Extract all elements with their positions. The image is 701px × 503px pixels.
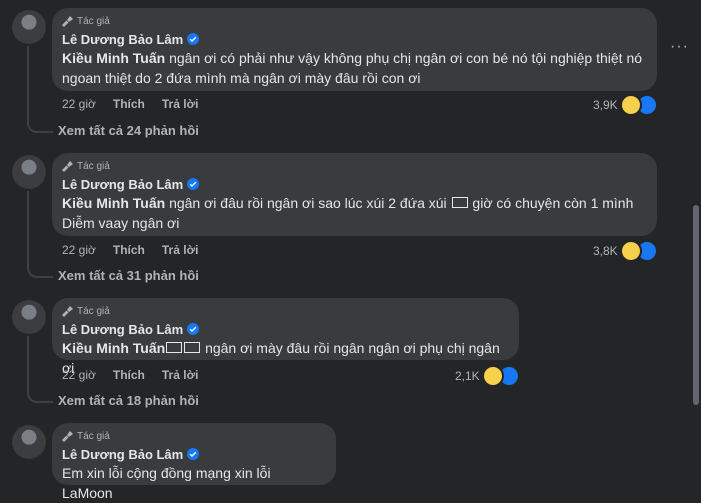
verified-badge-icon [187, 323, 200, 335]
reaction-count: 3,8K [593, 244, 618, 258]
author-badge-row: Tác giả [62, 304, 507, 318]
reply-button[interactable]: Trả lời [162, 368, 199, 382]
like-button[interactable]: Thích [113, 97, 145, 111]
comment-bubble: Tác giả Lê Dương Bảo Lâm Kiều Minh Tuấn … [52, 8, 657, 91]
author-name[interactable]: Lê Dương Bảo Lâm [62, 177, 183, 192]
microphone-icon [62, 306, 73, 317]
verified-badge-icon [187, 178, 200, 190]
author-badge-row: Tác giả [62, 429, 324, 443]
comment-actions: 22 giờ Thích Trả lời [62, 97, 215, 111]
mention-link[interactable]: Kiều Minh Tuấn [62, 50, 165, 66]
haha-reaction-icon [481, 365, 504, 387]
timestamp[interactable]: 22 giờ [62, 368, 96, 382]
author-name[interactable]: Lê Dương Bảo Lâm [62, 447, 183, 462]
view-replies-link[interactable]: Xem tất cả 18 phản hồi [58, 393, 199, 408]
thread-connector [27, 336, 53, 403]
avatar[interactable] [12, 425, 46, 459]
comment-bubble: Tác giả Lê Dương Bảo Lâm Kiều Minh Tuấn … [52, 153, 657, 236]
reaction-summary[interactable]: 3,8K [593, 240, 658, 262]
reaction-summary[interactable]: 2,1K [455, 365, 520, 387]
author-badge: Tác giả [77, 305, 110, 317]
more-options-icon[interactable]: ··· [670, 38, 689, 56]
thread-connector [27, 191, 53, 278]
mention-link[interactable]: Kiều Minh Tuấn [62, 195, 165, 211]
comment-text: Kiều Minh Tuấn ngân ơi đâu rồi ngân ơi s… [62, 195, 634, 231]
comment-text: Em xin lỗi cộng đồng mạng xin lỗi LaMoon [62, 465, 271, 501]
reaction-count: 2,1K [455, 369, 480, 383]
like-button[interactable]: Thích [113, 243, 145, 257]
haha-reaction-icon [619, 94, 642, 116]
author-badge-row: Tác giả [62, 159, 645, 173]
avatar[interactable] [12, 155, 46, 189]
author-badge-row: Tác giả [62, 14, 645, 28]
author-badge: Tác giả [77, 160, 110, 172]
comment-text: Kiều Minh Tuấn ngân ơi có phải như vậy k… [62, 50, 643, 86]
comment-bubble: Tác giả Lê Dương Bảo Lâm Em xin lỗi cộng… [52, 423, 336, 501]
view-replies-link[interactable]: Xem tất cả 24 phản hồi [58, 123, 199, 138]
reply-button[interactable]: Trả lời [162, 97, 199, 111]
comment-bubble: Tác giả Lê Dương Bảo Lâm Kiều Minh Tuấn … [52, 298, 519, 376]
reply-button[interactable]: Trả lời [162, 243, 199, 257]
unsupported-emoji-glyph [184, 341, 201, 353]
timestamp[interactable]: 22 giờ [62, 243, 96, 257]
mention-link[interactable]: Kiều Minh Tuấn [62, 340, 165, 356]
author-badge: Tác giả [77, 430, 110, 442]
verified-badge-icon [187, 448, 200, 460]
microphone-icon [62, 431, 73, 442]
unsupported-emoji-glyph [451, 196, 468, 208]
microphone-icon [62, 16, 73, 27]
comment-actions: 22 giờ Thích Trả lời [62, 368, 215, 382]
comment-actions: 22 giờ Thích Trả lời [62, 243, 215, 257]
verified-badge-icon [187, 33, 200, 45]
avatar[interactable] [12, 10, 46, 44]
author-name[interactable]: Lê Dương Bảo Lâm [62, 322, 183, 337]
unsupported-emoji-glyph [166, 341, 183, 353]
timestamp[interactable]: 22 giờ [62, 97, 96, 111]
view-replies-link[interactable]: Xem tất cả 31 phản hồi [58, 268, 199, 283]
scrollbar-thumb[interactable] [693, 205, 699, 405]
author-name[interactable]: Lê Dương Bảo Lâm [62, 32, 183, 47]
thread-connector [27, 46, 53, 133]
haha-reaction-icon [619, 240, 642, 262]
microphone-icon [62, 161, 73, 172]
author-badge: Tác giả [77, 15, 110, 27]
like-button[interactable]: Thích [113, 368, 145, 382]
avatar[interactable] [12, 300, 46, 334]
reaction-summary[interactable]: 3,9K [593, 94, 658, 116]
reaction-count: 3,9K [593, 98, 618, 112]
